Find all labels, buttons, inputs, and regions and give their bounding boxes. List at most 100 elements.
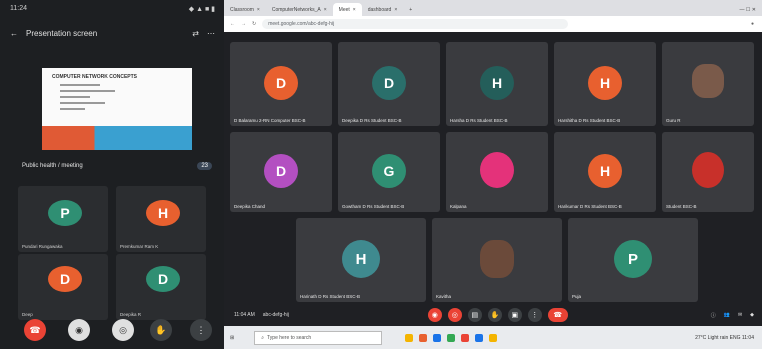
phone-participant-tile[interactable]: D Deepika R [116,254,206,320]
avatar: G [372,154,406,188]
mic-button[interactable]: ◉ [68,319,90,341]
reload-icon[interactable]: ↻ [252,21,256,27]
participant-name: Deepika Chand [234,204,266,209]
video-tile[interactable]: H Harsha D Rs Student BSC-B [446,42,548,126]
taskbar-app-icon[interactable] [405,333,414,342]
present-button[interactable]: ▣ [507,308,522,322]
phone-participant-tile[interactable]: D Deep [18,254,108,320]
mic-icon: ◉ [75,324,83,335]
avatar: D [264,66,298,100]
browser-tab[interactable]: ComputerNetworks_A × [266,3,333,16]
video-tile[interactable]: Kavitha [432,218,562,302]
address-bar: ← → ↻ meet.google.com/abc-defg-hij ● [224,16,762,32]
video-tile[interactable]: H Harikumar D Rs Student BSC-B [554,132,656,212]
info-icon[interactable]: ⓘ [711,312,716,319]
avatar: D [146,266,180,292]
browser-tab[interactable]: dashboard × [362,3,404,16]
end-call-button[interactable]: ☎ [24,319,46,341]
back-arrow-icon[interactable]: ← [10,29,18,38]
taskbar-app-icon[interactable] [461,333,470,342]
avatar: P [48,200,82,226]
meeting-code: abc-defg-hij [262,312,289,318]
browser-tab-active[interactable]: Meet × [332,3,362,16]
camera-off-button[interactable]: ◎ [447,308,462,322]
video-tile[interactable]: G Gowtham D Rs Student BSC-B [338,132,440,212]
phone-participant-tile[interactable]: P Pundari Rungawaka [18,186,108,252]
search-icon: ⌕ [261,334,265,341]
participant-name: Student BSC-B [666,204,697,209]
video-tile[interactable]: H Harshitha D Rs Student BSC-B [554,42,656,126]
more-options-button[interactable]: ⋮ [190,319,212,341]
mic-off-button[interactable]: ◉ [427,308,442,322]
tab-label: Meet [338,6,350,13]
back-icon[interactable]: ← [230,21,235,27]
participant-photo [480,152,514,188]
tab-label: dashboard [367,6,392,13]
participant-photo [480,240,514,278]
participant-name: Harikumar D Rs Student BSC-B [558,204,622,209]
slide-line [60,108,85,110]
windows-taskbar: ⊞ ⌕ Type here to search 27°C Light rain E… [224,326,762,349]
tab-bar: Classroom × ComputerNetworks_A × Meet × … [224,0,762,16]
people-icon[interactable]: 👥 [724,312,730,318]
avatar: H [588,66,622,100]
avatar: D [48,266,82,292]
more-options-button[interactable]: ⋮ [527,308,542,322]
cast-icon[interactable]: ⇄ [192,29,199,38]
participant-name: Deep [22,312,33,317]
taskbar-search[interactable]: ⌕ Type here to search [254,330,383,345]
taskbar-app-icon[interactable] [447,333,456,342]
url-field[interactable]: meet.google.com/abc-defg-hij [262,19,569,29]
meet-grid: D D Balaramu 2-RN Computer BSC-B D Deepi… [224,32,762,326]
forward-icon[interactable]: → [241,21,246,27]
phone-title-bar: ← Presentation screen ⇄ ⋯ [10,26,215,40]
video-tile[interactable]: P Puja [568,218,698,302]
share-icon[interactable]: ⋯ [207,29,215,38]
raise-hand-button[interactable]: ✋ [487,308,502,322]
tab-label: ComputerNetworks_A [271,6,321,13]
slide-title: COMPUTER NETWORK CONCEPTS [52,74,137,80]
taskbar-app-icon[interactable] [419,333,428,342]
phone-status-bar: 11:24 ◆ ▲ ■ ▮ [10,5,215,17]
participant-name: D Balaramu 2-RN Computer BSC-B [234,118,306,123]
chat-icon[interactable]: ✉ [738,312,742,318]
phone-participant-tile[interactable]: H Premkumar Ram K [116,186,206,252]
participant-count-badge[interactable]: 23 [197,162,212,170]
leave-call-button[interactable]: ☎ [547,308,568,322]
taskbar-app-icon[interactable] [433,333,442,342]
participant-name: Deepika D Rs Student BSC-B [342,118,402,123]
avatar: H [480,66,514,100]
more-icon: ⋮ [196,324,206,335]
video-tile[interactable]: Guru R [662,42,754,126]
tab-label: Classroom [230,6,254,13]
video-tile[interactable]: H Harinath D Rs Student BSC-B [296,218,426,302]
system-tray: 27°C Light rain ENG 11:04 [695,334,754,341]
slide-band [42,126,192,150]
window-controls[interactable]: — ☐ ✕ [734,3,762,16]
phone-title: Presentation screen [26,28,98,38]
video-tile[interactable]: Kalpana [446,132,548,212]
video-tile[interactable]: D D Balaramu 2-RN Computer BSC-B [230,42,332,126]
participant-photo [692,152,724,188]
browser-tab[interactable]: Classroom × [224,3,266,16]
meet-control-bar: 11:04 AM abc-defg-hij ◉ ◎ ▤ ✋ ▣ ⋮ ☎ ⓘ 👥 … [224,304,762,326]
raise-hand-button[interactable]: ✋ [150,319,172,341]
camera-button[interactable]: ◎ [112,319,134,341]
url-text: meet.google.com/abc-defg-hij [268,21,335,27]
activities-icon[interactable]: ◆ [750,312,754,318]
slide-line [60,102,105,104]
taskbar-app-icon[interactable] [489,333,498,342]
captions-button[interactable]: ▤ [467,308,482,322]
participant-name: Guru R [666,118,681,123]
participant-name: Pundari Rungawaka [22,244,63,249]
new-tab-button[interactable]: + [403,3,418,16]
taskbar-app-icon[interactable] [475,333,484,342]
video-tile[interactable]: Student BSC-B [662,132,754,212]
captions-icon: ▤ [471,312,479,319]
windows-start-icon[interactable]: ⊞ [230,335,234,341]
video-tile[interactable]: D Deepika Chand [230,132,332,212]
video-tile[interactable]: D Deepika D Rs Student BSC-B [338,42,440,126]
profile-icon[interactable]: ● [751,21,754,27]
phone-end-icon: ☎ [29,324,41,335]
phone-meeting-info: Public health / meeting 23 [22,160,212,172]
